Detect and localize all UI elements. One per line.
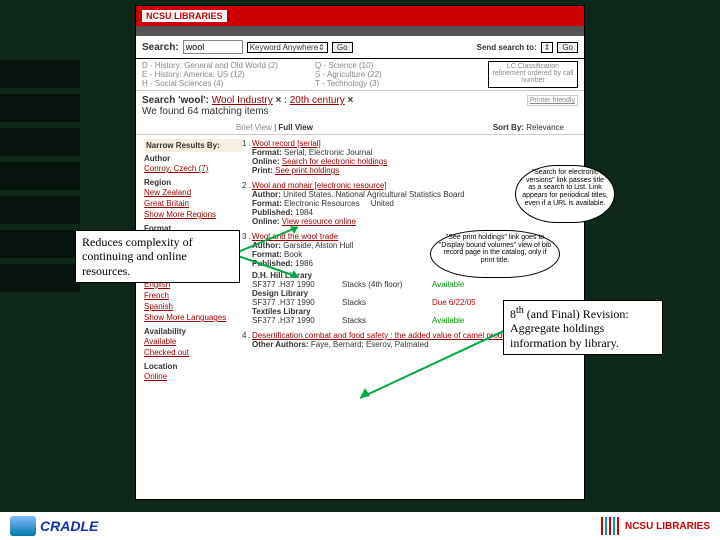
crumb-facet[interactable]: Wool Industry (212, 95, 273, 106)
slide: NCSU LIBRARIES Search: Keyword Anywhere … (0, 0, 720, 540)
view-row: Brief View | Full View Sort By: Relevanc… (136, 121, 584, 135)
search-row: Search: Keyword Anywhere ⇕ Go Send searc… (136, 36, 584, 59)
lc-note: LC Classification refinement ordered by … (488, 61, 578, 88)
facet-link[interactable]: Spanish (144, 301, 242, 312)
sidebar-heading: Narrow Results By: (144, 139, 242, 152)
result-count: We found 64 matching items (142, 106, 269, 117)
ncsu-logo: NCSU LIBRARIES (601, 517, 710, 535)
sort-select[interactable]: Relevance (526, 123, 564, 132)
go-button[interactable]: Go (332, 42, 353, 53)
cradle-icon (10, 516, 36, 536)
facet-link[interactable]: T - Technology (3) (315, 79, 488, 88)
breadcrumb-row: Search 'wool': Wool Industry × : 20th ce… (136, 91, 584, 121)
lc-facets: D - History: General and Old World (2) E… (136, 59, 584, 91)
facet-link[interactable]: Checked out (144, 347, 242, 358)
ncsu-icon (601, 517, 621, 535)
brand-header: NCSU LIBRARIES (136, 6, 584, 26)
result-title-link[interactable]: Wool and mohair [electronic resource] (252, 181, 387, 190)
search-label: Search: (142, 42, 179, 53)
status-available: Available (432, 316, 464, 325)
brief-view-link[interactable]: Brief View (236, 123, 272, 132)
status-available: Available (432, 280, 464, 289)
send-select[interactable]: ⇕ (541, 42, 554, 53)
facet-link[interactable]: Show More Regions (144, 209, 242, 220)
result-item: 1 . Wool record [serial] Format: Serial,… (252, 139, 578, 175)
print-link[interactable]: See print holdings (275, 166, 339, 175)
online-link[interactable]: View resource online (282, 217, 356, 226)
full-view-tab[interactable]: Full View (278, 123, 313, 132)
result-title-link[interactable]: Desertification combat and food safety :… (252, 331, 522, 340)
go2-button[interactable]: Go (557, 42, 578, 53)
callout-box: 8th (and Final) Revision: Aggregate hold… (503, 300, 663, 355)
facet-link[interactable]: Conroy, Czech (7) (144, 163, 242, 174)
crumb-facet[interactable]: 20th century (290, 95, 345, 106)
facet-link[interactable]: Great Britain (144, 198, 242, 209)
facet-link[interactable]: French (144, 290, 242, 301)
brand-label: NCSU LIBRARIES (142, 10, 227, 22)
facet-link[interactable]: Q - Science (10) (315, 61, 488, 70)
facet-link[interactable]: Available (144, 336, 242, 347)
callout-box: Reduces complexity of continuing and onl… (75, 230, 240, 283)
send-label: Send search to: (477, 43, 537, 52)
facet-link[interactable]: H - Social Sciences (4) (142, 79, 315, 88)
facet-link[interactable]: D - History: General and Old World (2) (142, 61, 315, 70)
cradle-logo: CRADLE (10, 516, 98, 536)
online-link[interactable]: Search for electronic holdings (282, 157, 387, 166)
printer-friendly-link[interactable]: Printer friendly (527, 95, 578, 106)
facet-link[interactable]: E - History: America: US (12) (142, 70, 315, 79)
status-due: Due 6/22/05 (432, 298, 476, 307)
sort-label: Sort By: (493, 123, 524, 132)
scope-select[interactable]: Keyword Anywhere ⇕ (247, 42, 328, 53)
search-input[interactable] (183, 40, 243, 54)
slide-footer: CRADLE NCSU LIBRARIES (0, 512, 720, 540)
result-title-link[interactable]: Wool record [serial] (252, 139, 321, 148)
nav-bar (136, 26, 584, 36)
facet-link[interactable]: New Zealand (144, 187, 242, 198)
annotation-bubble: "Search for electronic versions" link pa… (515, 165, 615, 223)
result-title-link[interactable]: Wool and the wool trade (252, 232, 338, 241)
annotation-bubble: "See print holdings" link goes to "Displ… (430, 230, 560, 278)
facet-link[interactable]: Online (144, 371, 242, 382)
facet-link[interactable]: S - Agriculture (22) (315, 70, 488, 79)
decor-bars (0, 60, 80, 298)
facet-link[interactable]: Show More Languages (144, 312, 242, 323)
